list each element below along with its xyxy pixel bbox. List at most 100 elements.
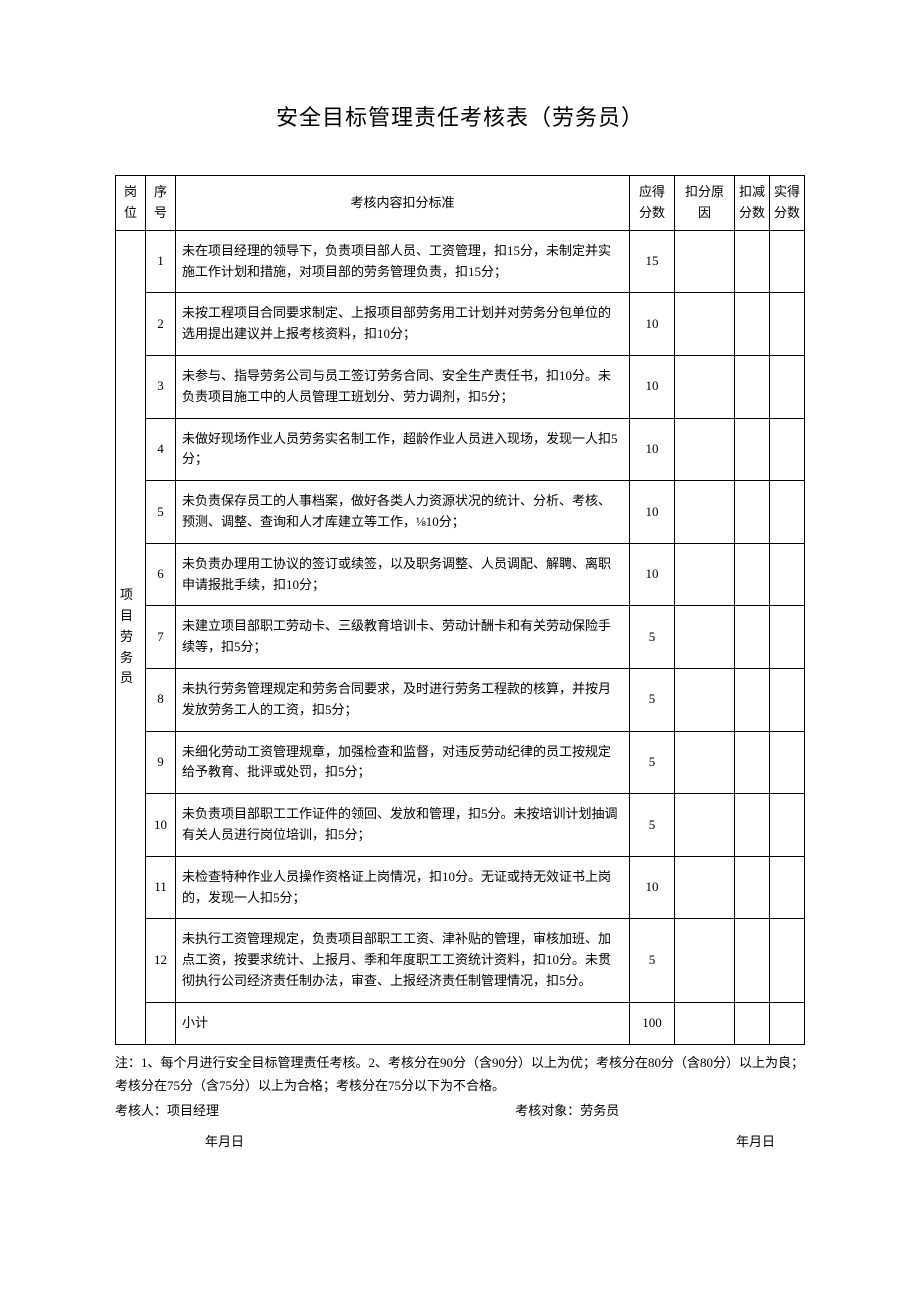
target-label: 考核对象：劳务员 [515,1101,805,1122]
header-deduct: 扣减分数 [735,176,770,231]
table-header-row: 岗位 序号 考核内容扣分标准 应得分数 扣分原因 扣减分数 实得分数 [116,176,805,231]
assessor-label: 考核人：项目经理 [115,1101,515,1122]
cell-seq: 9 [146,731,176,794]
cell-deduct [735,293,770,356]
subtotal-row: 小计 100 [116,1002,805,1044]
cell-reason [675,418,735,481]
header-post: 岗位 [116,176,146,231]
cell-seq: 5 [146,481,176,544]
cell-score: 15 [630,230,675,293]
cell-deduct [735,794,770,857]
cell-reason [675,606,735,669]
cell-reason [675,856,735,919]
assessment-table: 岗位 序号 考核内容扣分标准 应得分数 扣分原因 扣减分数 实得分数 项目劳务员… [115,175,805,1044]
cell-deduct [735,355,770,418]
cell-seq: 4 [146,418,176,481]
table-row: 3 未参与、指导劳务公司与员工签订劳务合同、安全生产责任书，扣10分。未负责项目… [116,355,805,418]
cell-reason [675,919,735,1002]
cell-seq: 7 [146,606,176,669]
cell-content: 未负责项目部职工工作证件的领回、发放和管理，扣5分。未按培训计划抽调有关人员进行… [176,794,630,857]
cell-reason [675,1002,735,1044]
cell-actual [770,1002,805,1044]
table-row: 11 未检查特种作业人员操作资格证上岗情况，扣10分。无证或持无效证书上岗的，发… [116,856,805,919]
cell-deduct [735,856,770,919]
cell-reason [675,668,735,731]
cell-reason [675,731,735,794]
cell-deduct [735,481,770,544]
cell-seq: 3 [146,355,176,418]
cell-deduct [735,418,770,481]
header-actual: 实得分数 [770,176,805,231]
cell-seq [146,1002,176,1044]
header-score: 应得分数 [630,176,675,231]
table-row: 2 未按工程项目合同要求制定、上报项目部劳务用工计划并对劳务分包单位的选用提出建… [116,293,805,356]
cell-actual [770,355,805,418]
cell-reason [675,230,735,293]
cell-score: 5 [630,668,675,731]
date-right: 年月日 [288,1132,806,1153]
cell-actual [770,418,805,481]
cell-seq: 12 [146,919,176,1002]
table-row: 6 未负责办理用工协议的签订或续签，以及职务调整、人员调配、解聘、离职申请报批手… [116,543,805,606]
cell-seq: 6 [146,543,176,606]
cell-content: 未参与、指导劳务公司与员工签订劳务合同、安全生产责任书，扣10分。未负责项目施工… [176,355,630,418]
table-row: 9 未细化劳动工资管理规章，加强检查和监督，对违反劳动纪律的员工按规定给予教育、… [116,731,805,794]
cell-actual [770,543,805,606]
post-cell: 项目劳务员 [116,230,146,1044]
cell-score: 10 [630,543,675,606]
table-row: 8 未执行劳务管理规定和劳务合同要求，及时进行劳务工程款的核算，并按月发放劳务工… [116,668,805,731]
cell-score: 10 [630,418,675,481]
table-row: 7 未建立项目部职工劳动卡、三级教育培训卡、劳动计酬卡和有关劳动保险手续等，扣5… [116,606,805,669]
cell-score: 5 [630,919,675,1002]
cell-content: 未在项目经理的领导下，负责项目部人员、工资管理，扣15分，未制定并实施工作计划和… [176,230,630,293]
cell-content: 未负责保存员工的人事档案，做好各类人力资源状况的统计、分析、考核、预测、调整、查… [176,481,630,544]
table-row: 4 未做好现场作业人员劳务实名制工作，超龄作业人员进入现场，发现一人扣5分； 1… [116,418,805,481]
date-left: 年月日 [115,1132,288,1153]
cell-seq: 8 [146,668,176,731]
cell-content: 未执行劳务管理规定和劳务合同要求，及时进行劳务工程款的核算，并按月发放劳务工人的… [176,668,630,731]
cell-actual [770,731,805,794]
cell-deduct [735,543,770,606]
cell-seq: 10 [146,794,176,857]
cell-deduct [735,606,770,669]
cell-score: 10 [630,293,675,356]
table-row: 12 未执行工资管理规定，负责项目部职工工资、津补贴的管理，审核加班、加点工资，… [116,919,805,1002]
cell-score: 5 [630,794,675,857]
cell-deduct [735,919,770,1002]
notes-text: 注：1、每个月进行安全目标管理责任考核。2、考核分在90分（含90分）以上为优；… [115,1051,805,1098]
table-row: 5 未负责保存员工的人事档案，做好各类人力资源状况的统计、分析、考核、预测、调整… [116,481,805,544]
page-title: 安全目标管理责任考核表（劳务员） [115,100,805,135]
cell-actual [770,856,805,919]
cell-deduct [735,731,770,794]
cell-score: 5 [630,606,675,669]
cell-reason [675,543,735,606]
table-row: 10 未负责项目部职工工作证件的领回、发放和管理，扣5分。未按培训计划抽调有关人… [116,794,805,857]
cell-deduct [735,1002,770,1044]
cell-deduct [735,668,770,731]
cell-seq: 1 [146,230,176,293]
cell-reason [675,794,735,857]
cell-content: 未检查特种作业人员操作资格证上岗情况，扣10分。无证或持无效证书上岗的，发现一人… [176,856,630,919]
cell-actual [770,668,805,731]
cell-actual [770,481,805,544]
cell-content: 未细化劳动工资管理规章，加强检查和监督，对违反劳动纪律的员工按规定给予教育、批评… [176,731,630,794]
cell-content: 未执行工资管理规定，负责项目部职工工资、津补贴的管理，审核加班、加点工资，按要求… [176,919,630,1002]
cell-actual [770,230,805,293]
cell-actual [770,293,805,356]
cell-content: 未建立项目部职工劳动卡、三级教育培训卡、劳动计酬卡和有关劳动保险手续等，扣5分； [176,606,630,669]
signature-row: 考核人：项目经理 考核对象：劳务员 [115,1101,805,1122]
cell-seq: 2 [146,293,176,356]
header-seq: 序号 [146,176,176,231]
header-content: 考核内容扣分标准 [176,176,630,231]
cell-content: 未按工程项目合同要求制定、上报项目部劳务用工计划并对劳务分包单位的选用提出建议并… [176,293,630,356]
table-row: 项目劳务员 1 未在项目经理的领导下，负责项目部人员、工资管理，扣15分，未制定… [116,230,805,293]
date-row: 年月日 年月日 [115,1132,805,1153]
header-reason: 扣分原因 [675,176,735,231]
cell-actual [770,919,805,1002]
cell-deduct [735,230,770,293]
cell-content: 未做好现场作业人员劳务实名制工作，超龄作业人员进入现场，发现一人扣5分； [176,418,630,481]
subtotal-label: 小计 [176,1002,630,1044]
cell-reason [675,293,735,356]
cell-score: 5 [630,731,675,794]
cell-score: 10 [630,856,675,919]
